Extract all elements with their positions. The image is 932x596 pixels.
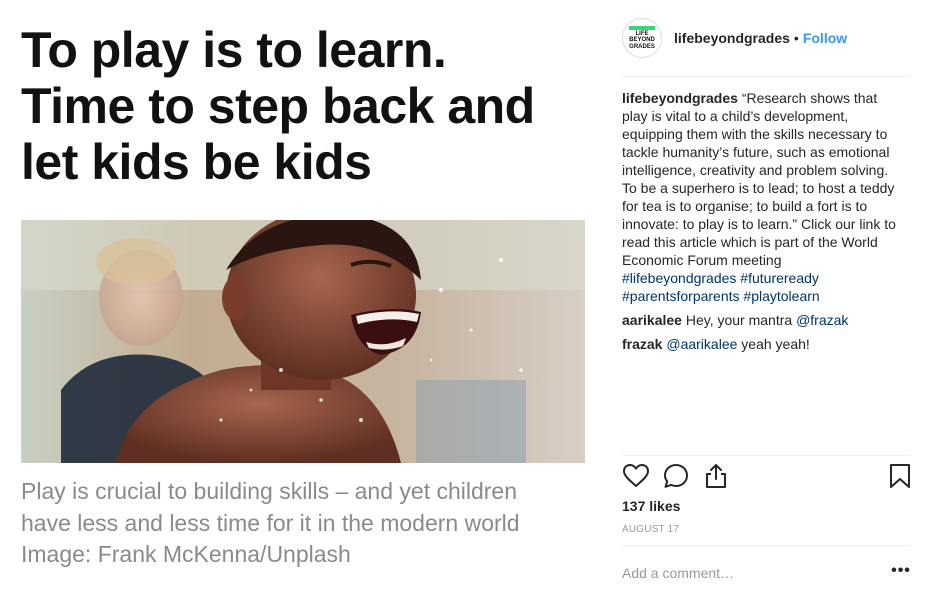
- hashtag-line[interactable]: #parentsforparents #playtolearn: [622, 287, 912, 305]
- headline-line: Time to step back and: [21, 78, 535, 134]
- caption-line: tackle humanity’s future, such as emotio…: [622, 144, 890, 160]
- comment-mention[interactable]: @aarikalee: [666, 336, 737, 352]
- header-separator: •: [793, 30, 799, 46]
- article-headline: To play is to learn. Time to step back a…: [21, 22, 601, 190]
- caption-line: Play is crucial to building skills – and…: [21, 478, 518, 504]
- comment-text: Hey, your mantra: [685, 312, 797, 328]
- post-date: AUGUST 17: [622, 524, 680, 535]
- post-sidebar: LIFE BEYOND GRADES lifebeyondgrades • Fo…: [606, 0, 932, 596]
- avatar[interactable]: LIFE BEYOND GRADES: [622, 18, 662, 58]
- hashtag-line[interactable]: #lifebeyondgrades #futureready: [622, 269, 912, 287]
- follow-button[interactable]: Follow: [803, 30, 847, 46]
- caption-line: for tea is to organise; to build a fort …: [622, 198, 868, 214]
- bookmark-icon[interactable]: [886, 462, 914, 490]
- comments-section: lifebeyondgrades “Research shows that pl…: [622, 89, 912, 353]
- header-username[interactable]: lifebeyondgrades: [674, 30, 790, 46]
- heart-icon[interactable]: [622, 462, 650, 490]
- caption-line: innovate: to play is to learn.” Click ou…: [622, 216, 896, 232]
- caption-line: play is vital to a child’s development,: [622, 108, 849, 124]
- add-comment-input[interactable]: [622, 562, 872, 584]
- post-media: To play is to learn. Time to step back a…: [0, 0, 606, 596]
- header-divider: [622, 76, 910, 77]
- caption-line: To be a superhero is to lead; to host a …: [622, 180, 895, 196]
- caption-line: intelligence, creativity and problem sol…: [622, 162, 889, 178]
- caption-first-line: lifebeyondgrades “Research shows that: [622, 89, 912, 107]
- actions-divider: [622, 455, 910, 456]
- caption-text: “Research shows that: [741, 90, 878, 106]
- post-header: LIFE BEYOND GRADES lifebeyondgrades • Fo…: [622, 16, 910, 60]
- comment-divider: [622, 545, 910, 546]
- logo-line: GRADES: [629, 43, 655, 50]
- caption-line: equipping them with the skills necessary…: [622, 126, 888, 142]
- comment-item: aarikalee Hey, your mantra @frazak: [622, 311, 912, 329]
- article-photo: [21, 220, 585, 463]
- caption-username[interactable]: lifebeyondgrades: [622, 90, 738, 106]
- caption-line: read this article which is part of the W…: [622, 234, 878, 250]
- comment-item: frazak @aarikalee yeah yeah!: [622, 335, 912, 353]
- avatar-logo-text: LIFE BEYOND GRADES: [629, 31, 655, 51]
- caption-line: Image: Frank McKenna/Unplash: [21, 541, 351, 567]
- logo-bar: [629, 25, 655, 30]
- headline-line: let kids be kids: [21, 134, 372, 190]
- action-bar: [622, 462, 912, 496]
- comment-username[interactable]: aarikalee: [622, 312, 682, 328]
- comment-text: yeah yeah!: [737, 336, 810, 352]
- caption-line: Economic Forum meeting: [622, 252, 782, 268]
- logo-line: BEYOND: [629, 37, 655, 44]
- share-icon[interactable]: [702, 462, 730, 490]
- more-options-button[interactable]: •••: [890, 562, 912, 582]
- likes-count[interactable]: 137 likes: [622, 498, 680, 514]
- caption-line: have less and less time for it in the mo…: [21, 509, 520, 536]
- comment-icon[interactable]: [662, 462, 690, 490]
- logo-line: LIFE: [635, 30, 649, 37]
- comment-username[interactable]: frazak: [622, 336, 662, 352]
- laughing-child-photo: [21, 220, 585, 463]
- photo-caption: Play is crucial to building skills – and…: [21, 476, 601, 571]
- comment-mention[interactable]: @frazak: [796, 312, 848, 328]
- headline-line: To play is to learn.: [21, 22, 447, 78]
